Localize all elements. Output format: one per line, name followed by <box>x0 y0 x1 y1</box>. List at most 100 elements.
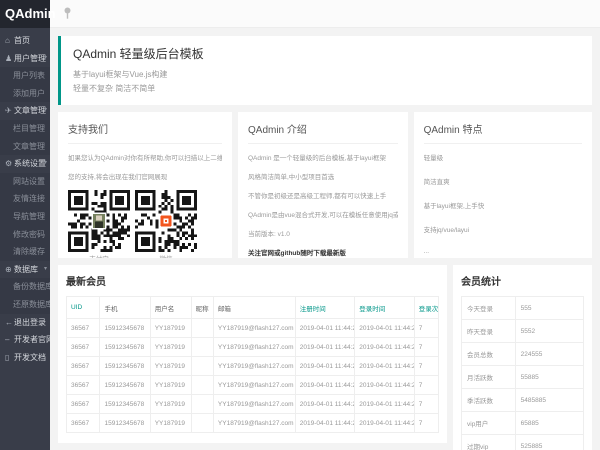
qr-code-label: 支付宝 <box>68 253 130 258</box>
member-register-time: 2019-04-01 11:44:20 <box>295 376 355 395</box>
member-login-count: 7 <box>414 395 438 414</box>
member-nickname <box>191 319 213 338</box>
latest-members-title: 最新会员 <box>66 273 439 288</box>
intro-text: 风格简洁简单,中小型项目首选 <box>248 171 398 181</box>
intro-card: QAdmin 介绍 QAdmin 是一个轻量级的后台模板,基于layui框架 风… <box>238 112 408 258</box>
member-row: 36567 15912345678 YY187919 YY187919@flas… <box>67 338 439 357</box>
member-register-time: 2019-04-01 11:44:20 <box>295 338 355 357</box>
member-username: YY187919 <box>150 357 191 376</box>
member-nickname <box>191 357 213 376</box>
sidebar-item[interactable]: –开发者官网 <box>0 331 50 349</box>
chevron-down-icon <box>44 50 47 68</box>
member-login-time: 2019-04-01 11:44:20 <box>355 338 415 357</box>
stat-row: 月活跃数 55885 <box>462 366 584 389</box>
sidebar-item[interactable]: 添加用户 <box>0 85 50 103</box>
member-row: 36567 15912345678 YY187919 YY187919@flas… <box>67 376 439 395</box>
member-uid: 36567 <box>67 319 100 338</box>
stat-row: 会员总数 224555 <box>462 343 584 366</box>
sidebar-item[interactable]: 备份数据库 <box>0 278 50 296</box>
sidebar-item-icon: ✈ <box>5 102 14 120</box>
feature-item: 基于layui框架,上手快 <box>424 200 582 210</box>
stat-value: 55885 <box>515 366 583 389</box>
qr-code-label: 微信 <box>135 253 197 258</box>
member-email: YY187919@flash127.com <box>213 319 295 338</box>
sidebar-item[interactable]: 修改密码 <box>0 226 50 244</box>
sidebar-item[interactable]: 用户列表 <box>0 67 50 85</box>
table-column-header[interactable]: 手机 <box>100 297 150 319</box>
member-login-count: 7 <box>414 338 438 357</box>
intro-text: 不管你是初级还是高级工程师,都有可以快速上手 <box>248 190 398 200</box>
member-row: 36567 15912345678 YY187919 YY187919@flas… <box>67 357 439 376</box>
chevron-down-icon <box>44 155 47 173</box>
member-email: YY187919@flash127.com <box>213 395 295 414</box>
sidebar-item-label: 修改密码 <box>13 230 45 239</box>
member-username: YY187919 <box>150 414 191 433</box>
table-column-header[interactable]: 昵称 <box>191 297 213 319</box>
support-card: 支持我们 如果您认为QAdmin对你有所帮助,你可以扫描以上二维码支持我们 您的… <box>58 112 232 258</box>
bottom-row: 最新会员 UID 手机 用户名 昵称 <box>58 265 592 450</box>
table-column-header[interactable]: 注册时间 <box>295 297 355 319</box>
member-row: 36567 15912345678 YY187919 YY187919@flas… <box>67 414 439 433</box>
qr-code-image <box>135 190 197 252</box>
member-stats-card: 会员统计 今天登录 555 昨天登录 5552 <box>453 265 592 450</box>
sidebar-item-label: 用户管理 <box>14 54 46 63</box>
stat-value: 65885 <box>515 412 583 435</box>
sidebar-item-icon: ▯ <box>5 349 14 367</box>
table-column-header[interactable]: 邮箱 <box>213 297 295 319</box>
member-uid: 36567 <box>67 395 100 414</box>
sidebar-item[interactable]: ▯开发文档 <box>0 349 50 367</box>
table-column-header[interactable]: 用户名 <box>150 297 191 319</box>
member-username: YY187919 <box>150 395 191 414</box>
member-login-time: 2019-04-01 11:44:20 <box>355 357 415 376</box>
member-login-time: 2019-04-01 11:44:20 <box>355 395 415 414</box>
member-phone: 15912345678 <box>100 319 150 338</box>
intro-text: QAdmin是由vue混合式开发,可以在模板任意使用jq或vue/layui <box>248 209 398 219</box>
pin-icon[interactable] <box>60 7 74 21</box>
sidebar-item[interactable]: 网站设置 <box>0 173 50 191</box>
sidebar-item-icon: ← <box>5 314 14 332</box>
stat-label: 季活跃数 <box>462 389 516 412</box>
table-column-header[interactable]: UID <box>67 297 100 319</box>
member-nickname <box>191 338 213 357</box>
member-login-time: 2019-04-01 11:44:20 <box>355 376 415 395</box>
member-phone: 15912345678 <box>100 414 150 433</box>
member-username: YY187919 <box>150 338 191 357</box>
sidebar-item[interactable]: ♟用户管理 <box>0 50 50 68</box>
stat-label: 月活跃数 <box>462 366 516 389</box>
sidebar-item[interactable]: 栏目管理 <box>0 120 50 138</box>
member-phone: 15912345678 <box>100 395 150 414</box>
sidebar-item[interactable]: ⌂首页 <box>0 32 50 50</box>
sidebar-item[interactable]: ✈文章管理 <box>0 102 50 120</box>
member-register-time: 2019-04-01 11:44:20 <box>295 395 355 414</box>
sidebar-item[interactable]: 友情连接 <box>0 190 50 208</box>
welcome-banner: QAdmin 轻量级后台模板 基于layui框架与Vue.js构建 轻量不复杂 … <box>58 36 592 105</box>
member-register-time: 2019-04-01 11:44:20 <box>295 357 355 376</box>
sidebar-item-label: 开发者官网 <box>14 335 50 344</box>
stat-value: 224555 <box>515 343 583 366</box>
sidebar-item[interactable]: 文章管理 <box>0 138 50 156</box>
stat-label: 过期vip <box>462 435 516 450</box>
sidebar-item[interactable]: ⚙系统设置 <box>0 155 50 173</box>
sidebar-item-label: 文章管理 <box>14 106 46 115</box>
sidebar-item[interactable]: ⊕数据库 <box>0 261 50 279</box>
sidebar-item[interactable]: 还原数据库 <box>0 296 50 314</box>
members-table: UID 手机 用户名 昵称 邮箱 注册时间 <box>66 296 439 433</box>
sidebar-item-label: 数据库 <box>14 265 38 274</box>
stat-label: 会员总数 <box>462 343 516 366</box>
table-column-header[interactable]: 登录次数 <box>414 297 438 319</box>
member-uid: 36567 <box>67 376 100 395</box>
sidebar-item[interactable]: 清除缓存 <box>0 243 50 261</box>
sidebar-item-icon: – <box>5 331 14 349</box>
members-table-header-row: UID 手机 用户名 昵称 邮箱 注册时间 <box>67 297 439 319</box>
stat-row: 过期vip 525885 <box>462 435 584 450</box>
stat-row: 季活跃数 5485885 <box>462 389 584 412</box>
sidebar-item-label: 文章管理 <box>13 142 45 151</box>
sidebar-item-icon: ⌂ <box>5 32 14 50</box>
member-username: YY187919 <box>150 376 191 395</box>
table-column-header[interactable]: 登录时间 <box>355 297 415 319</box>
member-login-count: 7 <box>414 376 438 395</box>
sidebar-item[interactable]: 导航管理 <box>0 208 50 226</box>
sidebar-item[interactable]: ←退出登录 <box>0 314 50 332</box>
sidebar-item-label: 用户列表 <box>13 71 45 80</box>
member-email: YY187919@flash127.com <box>213 338 295 357</box>
